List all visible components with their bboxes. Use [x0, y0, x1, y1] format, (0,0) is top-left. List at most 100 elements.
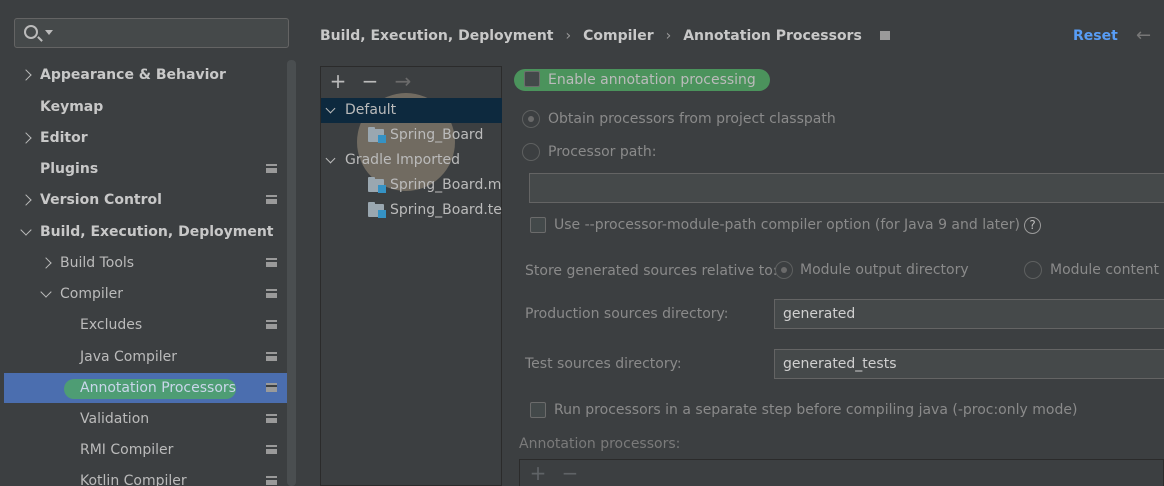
annotation-processors-list-label: Annotation processors:	[519, 436, 681, 452]
sidebar-item-kotlin-compiler[interactable]: Kotlin Compiler	[0, 466, 300, 486]
breadcrumb-item[interactable]: Compiler	[583, 24, 654, 48]
add-processor-button[interactable]: +	[528, 462, 548, 484]
remove-profile-button[interactable]: −	[359, 70, 381, 92]
sidebar-item-label: Compiler	[60, 286, 124, 302]
tree-item-module[interactable]: Spring_Board.main	[321, 173, 502, 198]
sidebar-item-label: Appearance & Behavior	[40, 67, 226, 83]
breadcrumb-separator: ›	[665, 28, 672, 44]
sidebar-item-build-execution-deployment[interactable]: Build, Execution, Deployment	[0, 217, 300, 247]
processor-profiles-panel: + − → Default Spring_Board Gradle Import…	[320, 66, 502, 486]
sidebar-item-excludes[interactable]: Excludes	[0, 310, 300, 340]
module-output-directory-label[interactable]: Module output directory	[800, 260, 969, 280]
test-sources-label: Test sources directory:	[525, 356, 682, 372]
enable-annotation-processing-checkbox[interactable]	[524, 71, 540, 87]
sidebar-item-label: Annotation Processors	[80, 380, 236, 396]
project-settings-icon	[266, 383, 277, 392]
sidebar-item-java-compiler[interactable]: Java Compiler	[0, 342, 300, 372]
project-settings-icon	[266, 258, 277, 267]
project-settings-icon	[879, 31, 890, 40]
reset-link[interactable]: Reset	[1073, 24, 1118, 48]
sidebar-item-version-control[interactable]: Version Control	[0, 185, 300, 215]
back-arrow-icon[interactable]: ←	[1136, 24, 1151, 48]
remove-processor-button[interactable]: −	[560, 462, 580, 484]
chevron-down-icon[interactable]	[325, 148, 337, 173]
project-settings-icon	[266, 352, 277, 361]
settings-sidebar: Appearance & Behavior Keymap Editor Plug…	[0, 0, 300, 486]
sidebar-item-annotation-processors[interactable]: Annotation Processors	[4, 373, 296, 403]
sidebar-item-label: Editor	[40, 130, 88, 146]
sidebar-item-label: Version Control	[40, 192, 162, 208]
tree-item-label: Spring_Board.test	[390, 202, 502, 218]
tree-item-module[interactable]: Spring_Board.test	[321, 198, 502, 223]
project-settings-icon	[266, 164, 277, 173]
enable-annotation-processing-label[interactable]: Enable annotation processing	[548, 70, 756, 90]
sidebar-item-label: Plugins	[40, 161, 99, 177]
chevron-right-icon[interactable]	[40, 248, 54, 278]
module-output-directory-radio[interactable]	[775, 261, 793, 279]
processor-module-path-checkbox[interactable]	[530, 217, 546, 233]
store-generated-sources-label: Store generated sources relative to:	[525, 263, 778, 279]
move-to-profile-button[interactable]: →	[392, 70, 414, 92]
sidebar-item-rmi-compiler[interactable]: RMI Compiler	[0, 435, 300, 465]
chevron-right-icon[interactable]	[20, 123, 34, 153]
module-content-root-label[interactable]: Module content root	[1050, 260, 1164, 280]
breadcrumb-item[interactable]: Build, Execution, Deployment	[320, 24, 554, 48]
search-icon[interactable]	[24, 25, 38, 39]
project-settings-icon	[266, 195, 277, 204]
sidebar-item-label: RMI Compiler	[80, 442, 174, 458]
sidebar-item-plugins[interactable]: Plugins	[0, 154, 300, 184]
project-settings-icon	[266, 289, 277, 298]
help-icon[interactable]: ?	[1024, 216, 1042, 234]
obtain-from-classpath-label[interactable]: Obtain processors from project classpath	[548, 109, 836, 129]
tree-item-label: Gradle Imported	[345, 152, 460, 168]
sidebar-item-appearance-behavior[interactable]: Appearance & Behavior	[0, 60, 300, 90]
project-settings-icon	[266, 414, 277, 423]
processor-path-radio[interactable]	[522, 143, 540, 161]
tree-item-label: Default	[345, 102, 397, 118]
tree-item-label: Spring_Board.main	[390, 177, 502, 193]
sidebar-item-keymap[interactable]: Keymap	[0, 92, 300, 122]
sidebar-item-label: Build, Execution, Deployment	[40, 224, 274, 240]
sidebar-item-compiler[interactable]: Compiler	[0, 279, 300, 309]
chevron-down-icon[interactable]	[40, 279, 54, 309]
project-settings-icon	[266, 445, 277, 454]
chevron-right-icon[interactable]	[20, 185, 34, 215]
tree-item-gradle-imported[interactable]: Gradle Imported	[321, 148, 502, 173]
breadcrumb-separator: ›	[565, 28, 572, 44]
project-settings-icon	[266, 476, 277, 485]
processor-module-path-label: Use --processor-module-path compiler opt…	[554, 215, 1042, 235]
sidebar-item-validation[interactable]: Validation	[0, 404, 300, 434]
breadcrumb-item: Annotation Processors	[683, 28, 862, 44]
chevron-down-icon[interactable]	[20, 217, 34, 247]
separate-step-label[interactable]: Run processors in a separate step before…	[554, 400, 1077, 420]
processor-module-path-text[interactable]: Use --processor-module-path compiler opt…	[554, 217, 1020, 233]
production-sources-field[interactable]: generated	[774, 299, 1164, 329]
settings-search-input[interactable]	[14, 18, 289, 48]
module-folder-icon	[368, 202, 386, 218]
annotation-processors-list: + −	[519, 459, 1164, 486]
sidebar-item-label: Java Compiler	[80, 349, 178, 365]
search-history-dropdown-icon[interactable]	[45, 30, 53, 35]
breadcrumb: Build, Execution, Deployment › Compiler › An…	[320, 24, 890, 48]
sidebar-item-label: Excludes	[80, 317, 143, 333]
tree-item-module[interactable]: Spring_Board	[321, 123, 502, 148]
obtain-from-classpath-radio[interactable]	[522, 110, 540, 128]
sidebar-item-editor[interactable]: Editor	[0, 123, 300, 153]
separate-step-checkbox[interactable]	[530, 402, 546, 418]
tree-item-default[interactable]: Default	[321, 98, 502, 123]
sidebar-item-build-tools[interactable]: Build Tools	[0, 248, 300, 278]
processor-path-label[interactable]: Processor path:	[548, 142, 656, 162]
processor-path-field[interactable]	[529, 173, 1164, 203]
sidebar-item-label: Build Tools	[60, 255, 135, 271]
sidebar-scrollbar[interactable]	[287, 60, 296, 486]
chevron-down-icon[interactable]	[325, 98, 337, 123]
add-profile-button[interactable]: +	[327, 70, 349, 92]
test-sources-field[interactable]: generated_tests	[774, 349, 1164, 379]
sidebar-item-label: Validation	[80, 411, 150, 427]
settings-content: Build, Execution, Deployment › Compiler › An…	[300, 0, 1164, 486]
sidebar-item-label: Keymap	[40, 99, 104, 115]
module-content-root-radio[interactable]	[1024, 261, 1042, 279]
module-folder-icon	[368, 177, 386, 193]
chevron-right-icon[interactable]	[20, 60, 34, 90]
sidebar-item-label: Kotlin Compiler	[80, 473, 187, 486]
